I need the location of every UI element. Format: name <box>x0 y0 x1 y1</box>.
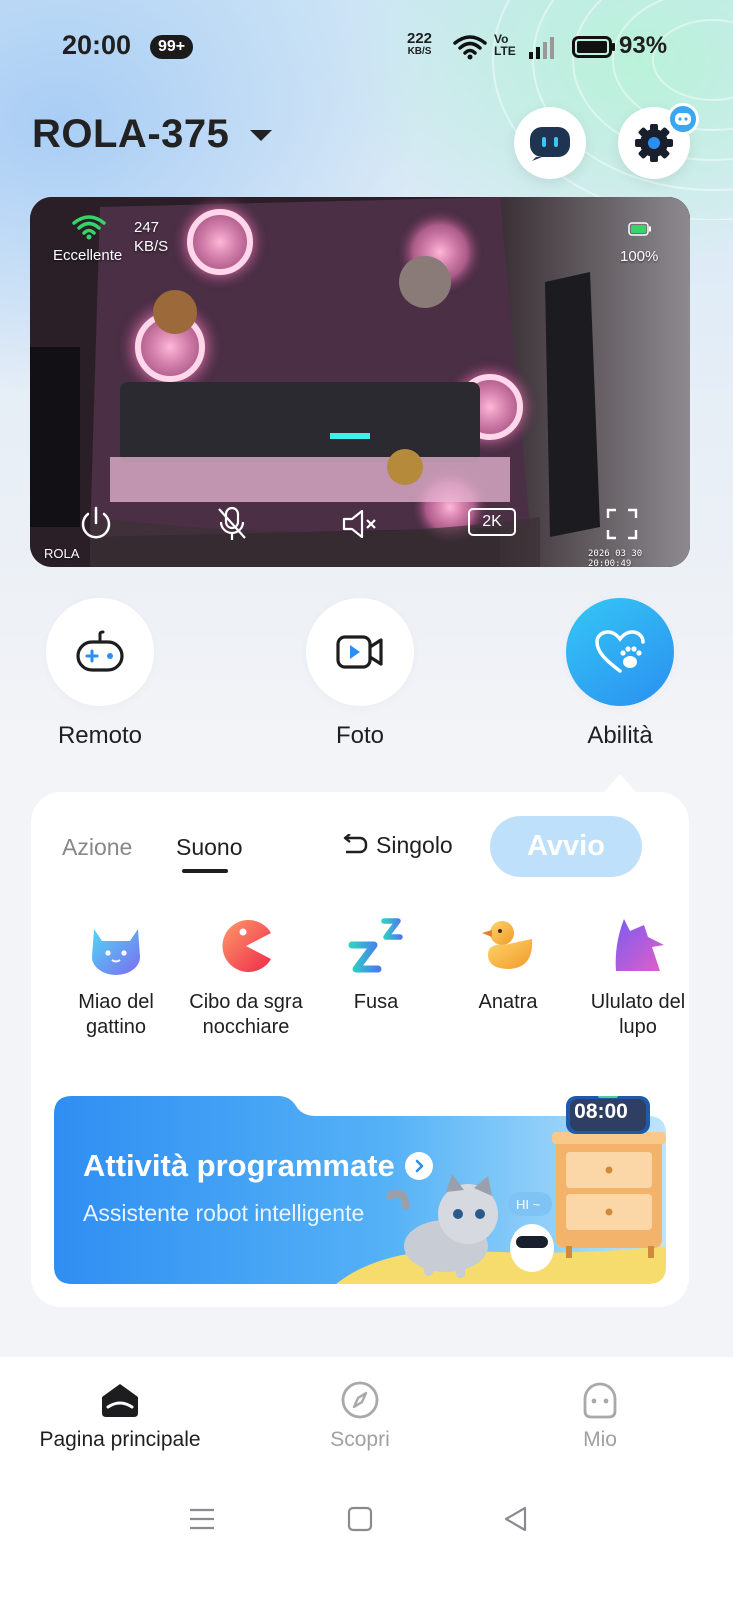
chomp-icon <box>222 920 271 972</box>
tab-azione[interactable]: Azione <box>62 834 132 861</box>
badge-face-icon <box>675 113 691 125</box>
alarm-clock-time: 08:00 <box>574 1100 628 1123</box>
sound-item-wolf[interactable]: Ululato del lupo <box>568 915 708 1040</box>
panel-pointer <box>604 774 636 792</box>
home-icon <box>102 1384 138 1417</box>
banner-illustration <box>54 1093 666 1284</box>
robot-speech-bubble: HI ~ <box>516 1197 541 1212</box>
photo-label: Foto <box>335 722 385 749</box>
video-timestamp: 2026 03 30 20:00:49 <box>588 549 643 567</box>
skills-label: Abilità <box>587 722 653 749</box>
remote-control-button[interactable] <box>46 598 154 706</box>
network-speed: 222 KB/S <box>407 30 433 57</box>
menu-icon[interactable] <box>188 1505 216 1533</box>
wolf-icon <box>615 919 664 971</box>
wifi-signal-icon <box>72 215 106 240</box>
wifi-icon <box>453 35 487 60</box>
sleep-zzz-icon <box>348 918 403 973</box>
fullscreen-icon <box>606 508 638 540</box>
compass-icon <box>341 1381 379 1419</box>
fullscreen-button[interactable] <box>600 502 644 546</box>
duck-icon <box>482 921 533 969</box>
sound-item-kitten[interactable]: Miao del gattino <box>46 915 186 1040</box>
device-battery-icon <box>628 222 651 236</box>
volte-indicator: Vo LTE <box>494 32 516 58</box>
microphone-toggle[interactable] <box>210 502 254 546</box>
status-bar: 20:00 99+ 222 KB/S Vo LTE 93% <box>0 0 733 95</box>
gamepad-icon <box>76 630 124 672</box>
signal-icon <box>529 37 554 59</box>
chevron-down-icon[interactable] <box>250 130 272 141</box>
robot-face-icon <box>530 127 570 161</box>
power-icon <box>81 506 111 539</box>
active-tab-indicator <box>182 869 228 873</box>
robot-profile-icon <box>583 1382 617 1419</box>
mic-off-icon <box>218 506 246 540</box>
nav-discover[interactable]: Scopri <box>260 1378 460 1452</box>
back-icon[interactable] <box>502 1505 530 1533</box>
home-square-icon[interactable] <box>346 1505 374 1533</box>
nav-home[interactable]: Pagina principale <box>20 1378 220 1452</box>
notification-badge: 99+ <box>150 35 194 59</box>
sound-item-duck[interactable]: Anatra <box>438 915 578 1015</box>
connection-quality: Eccellente <box>53 247 123 264</box>
tab-suono[interactable]: Suono <box>176 834 243 861</box>
video-camera-icon <box>336 635 383 669</box>
start-button[interactable]: Avvio <box>490 816 642 877</box>
video-bitrate: 247 KB/S <box>134 219 169 255</box>
banner-title[interactable]: Attività programmate <box>83 1148 433 1184</box>
repeat-once-icon <box>343 833 368 853</box>
settings-badge <box>667 103 699 135</box>
device-battery-percent: 100% <box>620 248 659 265</box>
battery-icon <box>572 36 615 58</box>
cat-face-icon <box>92 929 140 975</box>
brand-watermark: ROLA <box>44 546 80 561</box>
camera-live-view[interactable]: Eccellente 247 KB/S 100% 2K ROLA 2026 03… <box>30 197 690 567</box>
skills-button[interactable] <box>566 598 674 706</box>
photo-button[interactable] <box>306 598 414 706</box>
sound-item-purr[interactable]: Fusa <box>306 915 446 1015</box>
heart-paw-icon <box>595 630 645 673</box>
sound-item-crunch[interactable]: Cibo da sgra nocchiare <box>176 915 316 1040</box>
nav-profile[interactable]: Mio <box>500 1378 700 1452</box>
battery-percent: 93% <box>619 32 668 59</box>
robot-assistant-button[interactable] <box>514 107 586 179</box>
chevron-right-icon <box>404 1152 433 1180</box>
banner-subtitle: Assistente robot intelligente <box>83 1200 365 1226</box>
speaker-toggle[interactable] <box>338 502 382 546</box>
status-time: 20:00 <box>62 30 132 60</box>
resolution-button[interactable]: 2K <box>468 508 516 536</box>
scheduled-tasks-banner[interactable] <box>54 1093 666 1284</box>
device-selector[interactable]: ROLA-375 <box>32 112 229 157</box>
play-mode-toggle[interactable]: Singolo <box>340 832 453 859</box>
play-mode-label: Singolo <box>376 832 453 858</box>
remote-label: Remoto <box>57 722 143 749</box>
power-button[interactable] <box>74 502 118 546</box>
speaker-mute-icon <box>342 509 376 539</box>
